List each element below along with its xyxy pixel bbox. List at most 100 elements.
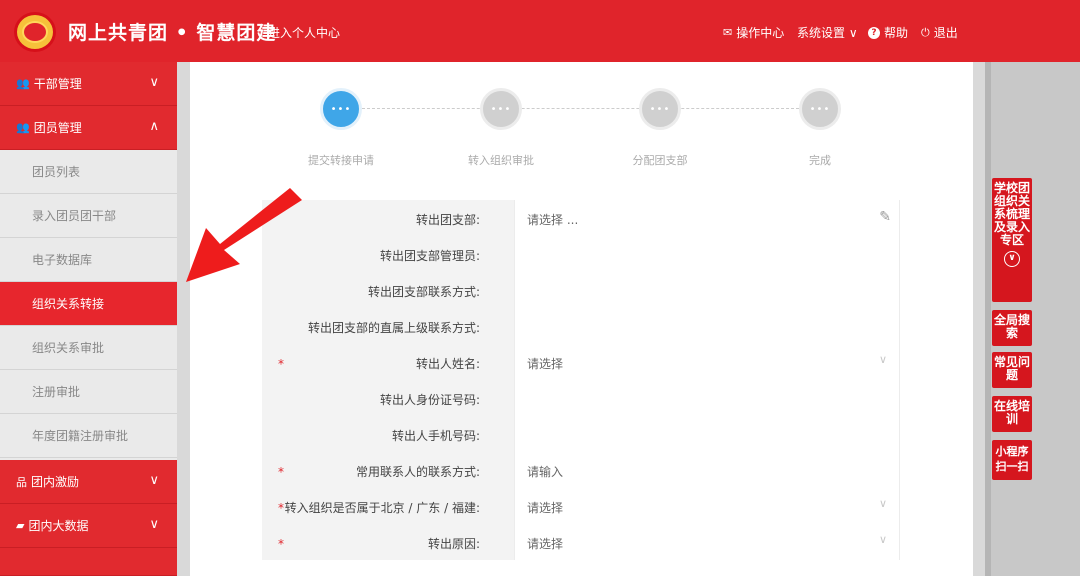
float-tab-faq[interactable]: 常见问题 <box>992 352 1032 388</box>
superior-contact-field <box>514 308 900 344</box>
float-tab-global-search[interactable]: 全局搜索 <box>992 310 1032 346</box>
field-value: 请选择 <box>527 357 564 371</box>
form-label: 转出团支部的直属上级联系方式: <box>307 321 480 335</box>
branch-admin-field <box>514 236 900 272</box>
step-3-label: 分配团支部 <box>632 154 688 167</box>
sidebar-group-member[interactable]: 👥 团员管理 ∧ <box>0 106 177 150</box>
step-4-circle: ••• <box>799 88 841 130</box>
folder-icon: ▰ <box>16 519 25 532</box>
sitemap-icon: 品 <box>16 475 27 489</box>
float-tab-training[interactable]: 在线培训 <box>992 396 1032 432</box>
red-pointer-arrow-icon <box>186 188 302 282</box>
float-tab-miniprogram[interactable]: 小程序扫一扫 <box>992 440 1032 480</box>
help-link[interactable]: ? 帮助 <box>868 24 908 41</box>
chevron-down-icon: ∨ <box>878 533 887 546</box>
float-tab-label: 学校团组织关系梳理及录入专区 <box>994 181 1031 247</box>
users-icon: 👥 <box>16 121 30 134</box>
required-mark: * <box>278 357 284 371</box>
chevron-down-icon: ∨ <box>149 473 159 488</box>
required-mark: * <box>278 501 284 515</box>
form-label: 转出团支部管理员: <box>379 249 480 263</box>
sidebar: 👥 干部管理 ∨ 👥 团员管理 ∧ 团员列表 录入团员团干部 电子数据库 组织关… <box>0 62 177 576</box>
steps-connector-line <box>362 108 804 109</box>
envelope-icon: ✉ <box>723 26 733 39</box>
chevron-down-icon: ∨ <box>878 497 887 510</box>
reason-select[interactable]: 请选择 ∨ <box>514 524 900 560</box>
form-label: 转出人手机号码: <box>391 429 480 443</box>
form-label: 转出原因: <box>427 537 480 551</box>
transfer-form: 转出团支部: 请选择 ... ✎ 转出团支部管理员: 转出团支部联系方式: 转出… <box>262 200 900 560</box>
page-scrollbar-track[interactable] <box>985 62 991 576</box>
personal-center-link[interactable]: 进入个人中心 <box>268 24 340 41</box>
sidebar-item-member-list[interactable]: 团员列表 <box>0 150 177 194</box>
branch-contact-field <box>514 272 900 308</box>
contact-person-input[interactable]: 请输入 <box>514 452 900 488</box>
form-row-out-branch: 转出团支部: 请选择 ... ✎ <box>262 200 900 236</box>
form-row-reason: * 转出原因: 请选择 ∨ <box>262 524 900 560</box>
sidebar-item-org-transfer[interactable]: 组织关系转接 <box>0 282 177 326</box>
help-label: 帮助 <box>884 26 909 40</box>
league-emblem-logo <box>14 12 56 52</box>
form-row-superior-contact: 转出团支部的直属上级联系方式: <box>262 308 900 344</box>
field-value: 请选择 <box>527 537 564 551</box>
field-value: 请选择 ... <box>527 213 579 227</box>
form-row-phone: 转出人手机号码: <box>262 416 900 452</box>
step-2-circle: ••• <box>480 88 522 130</box>
form-label: 常用联系人的联系方式: <box>355 465 480 479</box>
required-mark: * <box>278 537 284 551</box>
out-branch-picker[interactable]: 请选择 ... ✎ <box>514 200 900 236</box>
form-row-id-number: 转出人身份证号码: <box>262 380 900 416</box>
form-label: 转出团支部: <box>415 213 480 227</box>
form-row-region: * 转入组织是否属于北京 / 广东 / 福建: 请选择 ∨ <box>262 488 900 524</box>
system-settings-menu[interactable]: 系统设置 ∨ <box>797 24 858 41</box>
step-1-circle: ••• <box>320 88 362 130</box>
step-1-label: 提交转接申请 <box>308 154 374 167</box>
float-tab-school-org[interactable]: 学校团组织关系梳理及录入专区 ∨ <box>992 178 1032 302</box>
field-value: 请选择 <box>527 501 564 515</box>
sidebar-group-label: 干部管理 <box>33 77 82 91</box>
operation-center-label: 操作中心 <box>736 26 785 40</box>
sidebar-item-annual-registration[interactable]: 年度团籍注册审批 <box>0 414 177 458</box>
chevron-up-icon: ∧ <box>149 119 159 134</box>
sidebar-item-enter-members[interactable]: 录入团员团干部 <box>0 194 177 238</box>
step-4-label: 完成 <box>809 154 831 167</box>
chevron-down-icon: ∨ <box>878 353 887 366</box>
chevron-down-icon: ∨ <box>149 517 159 532</box>
form-label: 转出团支部联系方式: <box>367 285 480 299</box>
chevron-down-icon: ∨ <box>149 75 159 90</box>
edit-icon[interactable]: ✎ <box>879 209 891 225</box>
sidebar-group-incentive[interactable]: 品 团内激励 ∨ <box>0 460 177 504</box>
required-mark: * <box>278 465 284 479</box>
form-label: 转入组织是否属于北京 / 广东 / 福建: <box>284 501 480 515</box>
logout-label: 退出 <box>933 26 958 40</box>
sidebar-group-more[interactable] <box>0 548 177 576</box>
form-row-branch-admin: 转出团支部管理员: <box>262 236 900 272</box>
chevron-down-circle-icon: ∨ <box>1004 251 1020 267</box>
name-select[interactable]: 请选择 ∨ <box>514 344 900 380</box>
sidebar-item-org-approval[interactable]: 组织关系审批 <box>0 326 177 370</box>
operation-center-link[interactable]: ✉ 操作中心 <box>723 24 784 41</box>
form-label: 转出人姓名: <box>415 357 480 371</box>
sidebar-item-e-database[interactable]: 电子数据库 <box>0 238 177 282</box>
form-row-contact-person: * 常用联系人的联系方式: 请输入 <box>262 452 900 488</box>
form-row-name: * 转出人姓名: 请选择 ∨ <box>262 344 900 380</box>
step-3-circle: ••• <box>639 88 681 130</box>
step-2-label: 转入组织审批 <box>468 154 534 167</box>
power-icon: ⏻ <box>921 25 930 39</box>
phone-field <box>514 416 900 452</box>
logout-link[interactable]: ⏻ 退出 <box>921 24 958 41</box>
sidebar-group-label: 团员管理 <box>33 121 82 135</box>
field-placeholder: 请输入 <box>527 465 564 479</box>
system-settings-label: 系统设置 ∨ <box>797 26 858 40</box>
sidebar-item-registration-approval[interactable]: 注册审批 <box>0 370 177 414</box>
users-icon: 👥 <box>16 77 30 90</box>
sidebar-group-label: 团内激励 <box>31 475 80 489</box>
form-label: 转出人身份证号码: <box>379 393 480 407</box>
help-icon: ? <box>868 26 880 39</box>
sidebar-group-label: 团内大数据 <box>28 519 89 533</box>
region-select[interactable]: 请选择 ∨ <box>514 488 900 524</box>
form-row-branch-contact: 转出团支部联系方式: <box>262 272 900 308</box>
sidebar-group-cadre[interactable]: 👥 干部管理 ∨ <box>0 62 177 106</box>
site-title: 网上共青团 • 智慧团建 <box>68 22 277 44</box>
sidebar-group-bigdata[interactable]: ▰ 团内大数据 ∨ <box>0 504 177 548</box>
